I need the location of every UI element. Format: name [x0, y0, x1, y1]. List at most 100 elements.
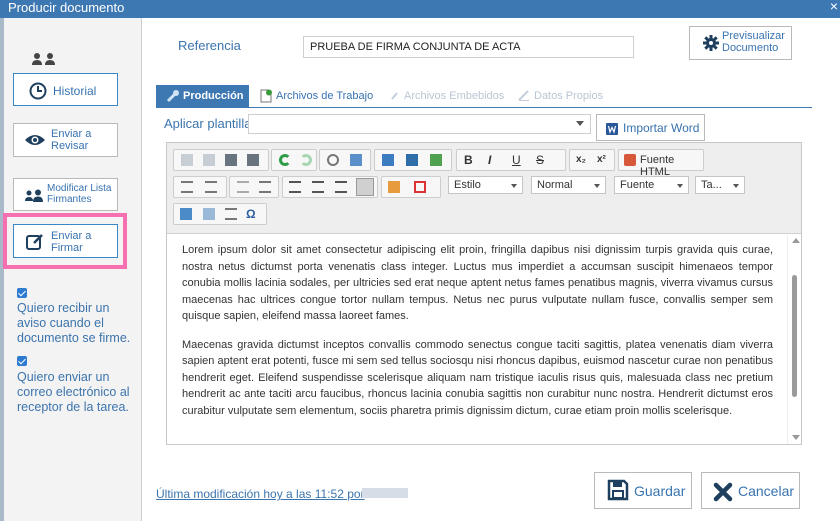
last-modified-link[interactable]: Última modificación hoy a las 11:52 por: [156, 487, 365, 501]
left-edge-bar: [0, 18, 4, 521]
rich-text-editor[interactable]: B I U S x₂ x² Fuente HTML Estilo Normal …: [166, 142, 802, 445]
table-icon[interactable]: [414, 181, 426, 193]
users-group-icon: [25, 189, 43, 202]
underline-icon[interactable]: U: [512, 154, 524, 166]
tab-archivos-trabajo-label: Archivos de Trabajo: [276, 90, 374, 102]
html-source-icon: [624, 154, 636, 166]
maximize-icon[interactable]: [430, 154, 442, 166]
tab-archivos-trabajo[interactable]: Archivos de Trabajo: [260, 85, 373, 107]
window-title: Producir documento: [8, 0, 125, 15]
attachment-icon: [391, 92, 398, 100]
notify-text: Quiero recibir un aviso cuando el docume…: [17, 301, 131, 345]
copy-icon[interactable]: [203, 154, 215, 166]
pencil-icon: [518, 90, 529, 101]
notify-checkbox[interactable]: [17, 288, 27, 298]
undo-icon[interactable]: [279, 154, 291, 166]
editor-content[interactable]: Lorem ipsum dolor sit amet consectetur a…: [167, 235, 787, 444]
preview-button[interactable]: Previsualizar Documento: [689, 26, 792, 60]
format-dropdown[interactable]: Normal: [531, 176, 606, 194]
close-icon[interactable]: ×: [830, 0, 838, 14]
bullet-list-icon[interactable]: [205, 181, 217, 193]
script-group: x₂ x²: [569, 149, 615, 171]
horizontal-line-icon[interactable]: [225, 208, 237, 220]
modify-signers-label: Modificar Lista Firmantes: [47, 183, 112, 205]
modify-signers-button[interactable]: Modificar Lista Firmantes: [13, 178, 118, 211]
align-group: [282, 176, 378, 198]
editor-toolbar: B I U S x₂ x² Fuente HTML Estilo Normal …: [167, 143, 801, 234]
template-label: Aplicar plantilla: [164, 116, 252, 131]
color-group: [381, 176, 441, 198]
indent-group: [229, 176, 279, 198]
email-checkbox[interactable]: [17, 356, 27, 366]
preview-label: Previsualizar Documento: [722, 30, 785, 54]
redo-icon[interactable]: [300, 154, 312, 166]
paragraph-2: Maecenas gravida dictumst inceptos conva…: [182, 338, 773, 417]
editor-scrollbar[interactable]: [787, 235, 801, 444]
send-review-button[interactable]: Enviar a Revisar: [13, 123, 118, 157]
save-button[interactable]: Guardar: [594, 472, 692, 509]
tab-archivos-embebidos[interactable]: Archivos Embebidos: [389, 85, 504, 107]
insert-row-icon[interactable]: [180, 208, 192, 220]
send-review-label: Enviar a Revisar: [51, 128, 92, 152]
size-dropdown[interactable]: Ta...: [695, 176, 745, 194]
import-word-label: Importar Word: [623, 121, 700, 135]
align-right-icon[interactable]: [335, 181, 347, 193]
outdent-icon[interactable]: [237, 181, 249, 193]
close-x-icon: [713, 482, 733, 502]
history-button[interactable]: Historial: [13, 73, 118, 106]
indent-icon[interactable]: [259, 181, 271, 193]
color-icon[interactable]: [388, 181, 400, 193]
strike-icon[interactable]: S: [536, 154, 548, 166]
send-sign-button[interactable]: Enviar a Firmar: [13, 224, 118, 258]
subscript-icon[interactable]: x₂: [576, 154, 588, 166]
template-icon[interactable]: [203, 208, 215, 220]
source-button[interactable]: Fuente HTML: [618, 149, 704, 178]
send-sign-label: Enviar a Firmar: [51, 230, 92, 254]
redacted-user: [362, 488, 408, 498]
insert-group: [374, 149, 452, 171]
word-icon: [606, 123, 618, 135]
superscript-icon[interactable]: x²: [597, 154, 609, 166]
bold-icon[interactable]: B: [464, 154, 476, 166]
find-icon[interactable]: [327, 154, 339, 166]
scroll-up-icon[interactable]: [792, 238, 800, 243]
import-word-button[interactable]: Importar Word: [596, 114, 705, 141]
reference-input[interactable]: PRUEBA DE FIRMA CONJUNTA DE ACTA: [303, 36, 634, 58]
align-center-icon[interactable]: [312, 181, 324, 193]
replace-icon[interactable]: [350, 154, 362, 166]
history-label: Historial: [53, 84, 97, 98]
save-icon: [607, 479, 629, 501]
paste-icon[interactable]: [225, 154, 237, 166]
paste-text-icon[interactable]: [247, 154, 259, 166]
extra-group: Ω: [173, 203, 267, 225]
users-icon: [32, 53, 55, 65]
scroll-thumb[interactable]: [792, 275, 797, 397]
tab-produccion[interactable]: Producción: [156, 85, 249, 107]
cancel-button[interactable]: Cancelar: [701, 472, 800, 509]
save-label: Guardar: [634, 483, 686, 499]
font-dropdown[interactable]: Fuente: [614, 176, 689, 194]
sidebar: Historial Enviar a Revisar Modificar Lis…: [0, 18, 142, 521]
style-dropdown[interactable]: Estilo: [448, 176, 523, 194]
numbered-list-icon[interactable]: [181, 181, 193, 193]
italic-icon[interactable]: I: [488, 154, 500, 166]
clipboard-group: [173, 149, 269, 171]
scroll-down-icon[interactable]: [792, 435, 800, 440]
image-icon[interactable]: [382, 154, 394, 166]
reference-label: Referencia: [178, 38, 241, 53]
tab-datos-propios-label: Datos Propios: [534, 90, 604, 102]
chevron-down-icon: [576, 121, 584, 126]
fullscreen-icon[interactable]: [406, 154, 418, 166]
justify-icon[interactable]: [356, 178, 374, 196]
edit-icon: [26, 234, 43, 250]
email-text: Quiero enviar un correo electrónico al r…: [17, 370, 130, 414]
cut-icon[interactable]: [181, 154, 193, 166]
align-left-icon[interactable]: [289, 181, 301, 193]
cancel-label: Cancelar: [738, 483, 795, 499]
eye-icon: [25, 135, 45, 145]
template-select[interactable]: [248, 114, 591, 134]
tab-datos-propios[interactable]: Datos Propios: [518, 85, 603, 107]
tab-archivos-embebidos-label: Archivos Embebidos: [404, 90, 505, 102]
special-char-icon[interactable]: Ω: [246, 208, 258, 220]
window-titlebar: Producir documento ×: [0, 0, 840, 18]
